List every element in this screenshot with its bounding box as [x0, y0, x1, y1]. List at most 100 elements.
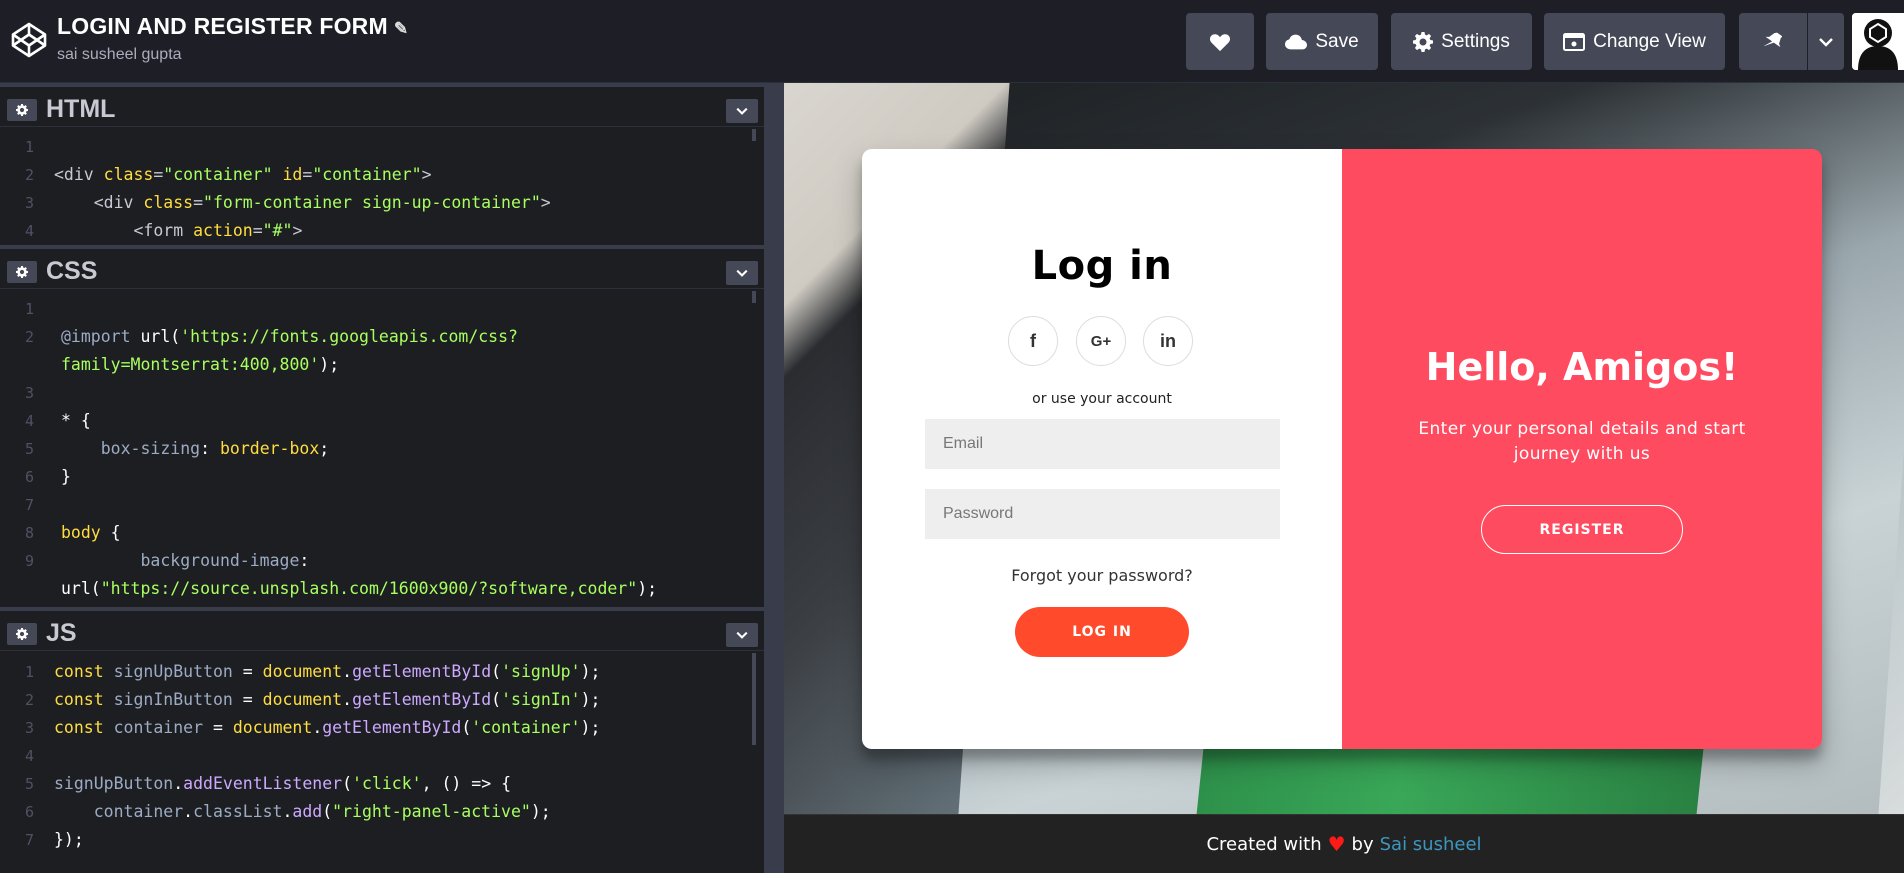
code-line[interactable]: 8 body { — [0, 519, 764, 547]
code-token: <div — [54, 193, 144, 212]
code-token: > — [292, 221, 303, 240]
code-line[interactable]: 3 const container = document.getElementBy… — [0, 714, 764, 742]
code-line[interactable]: 1 — [0, 295, 764, 323]
html-editor-toggle[interactable] — [726, 99, 758, 123]
code-token: "container" — [163, 165, 273, 184]
html-settings-button[interactable] — [7, 99, 37, 121]
change-view-button[interactable]: Change View — [1544, 13, 1725, 70]
codepen-header: LOGIN AND REGISTER FORM ✎ sai susheel gup… — [0, 0, 1904, 83]
code-line[interactable]: 2 <div class="container" id="container"> — [0, 161, 764, 189]
code-line[interactable]: 9 background-image: — [0, 547, 764, 575]
save-button[interactable]: Save — [1266, 13, 1378, 70]
css-settings-button[interactable] — [7, 261, 37, 283]
code-token: ( — [491, 662, 502, 681]
code-text: const signUpButton = document.getElement… — [54, 658, 600, 686]
code-token: url( — [61, 579, 101, 598]
email-input[interactable] — [925, 419, 1280, 469]
js-editor-toggle[interactable] — [726, 623, 758, 647]
love-button[interactable] — [1186, 13, 1254, 70]
chevron-down-icon — [1819, 37, 1833, 47]
code-token: = — [193, 193, 204, 212]
footer-by: by — [1351, 833, 1374, 855]
editor-resize-gutter[interactable] — [764, 83, 784, 873]
pen-title[interactable]: LOGIN AND REGISTER FORM ✎ — [57, 13, 408, 40]
line-number: 2 — [24, 328, 34, 346]
code-token: ); — [637, 579, 658, 598]
js-scrollbar[interactable] — [752, 653, 756, 745]
code-line[interactable]: 2 @import url('https://fonts.googleapis.c… — [0, 323, 764, 351]
pin-button[interactable] — [1739, 13, 1807, 70]
code-token: signUpButton — [113, 662, 233, 681]
chevron-down-icon — [736, 269, 748, 277]
login-button[interactable]: LOG IN — [1015, 607, 1189, 657]
pen-author[interactable]: sai susheel gupta — [57, 46, 182, 64]
register-button[interactable]: REGISTER — [1481, 505, 1683, 554]
code-line[interactable]: 6} — [0, 463, 764, 491]
pin-dropdown-button[interactable] — [1808, 13, 1844, 70]
code-line[interactable]: family=Montserrat:400,800'); — [0, 351, 764, 379]
code-text: family=Montserrat:400,800'); — [61, 351, 339, 379]
line-number: 4 — [24, 747, 34, 765]
css-editor-toggle[interactable] — [726, 261, 758, 285]
html-code-area[interactable]: 1 2 <div class="container" id="container">… — [0, 133, 764, 245]
code-line[interactable]: 5 box-sizing: border-box; — [0, 435, 764, 463]
code-line[interactable]: 4 — [0, 742, 764, 770]
code-token: 'container' — [471, 718, 581, 737]
save-label: Save — [1315, 30, 1359, 52]
login-title: Log in — [1031, 243, 1173, 289]
password-input[interactable] — [925, 489, 1280, 539]
code-token: id — [282, 165, 303, 184]
html-scrollbar[interactable] — [752, 129, 756, 141]
code-line[interactable]: 2 const signInButton = document.getElemen… — [0, 686, 764, 714]
line-number: 5 — [24, 775, 34, 793]
code-text: box-sizing: border-box; — [61, 435, 330, 463]
js-code-area[interactable]: 1 const signUpButton = document.getElemen… — [0, 658, 764, 854]
css-code-area[interactable]: 1 2 @import url('https://fonts.googleapis.… — [0, 295, 764, 603]
code-token: ( — [342, 774, 353, 793]
line-number: 6 — [24, 468, 34, 486]
code-line[interactable]: 4 * { — [0, 407, 764, 435]
linkedin-button[interactable]: in — [1143, 316, 1193, 366]
code-token: getElementById — [352, 690, 492, 709]
facebook-button[interactable]: f — [1008, 316, 1058, 366]
code-text: url("https://source.unsplash.com/1600x90… — [61, 575, 657, 603]
code-line[interactable]: url("https://source.unsplash.com/1600x90… — [0, 575, 764, 603]
code-token: addEventListener — [183, 774, 343, 793]
css-editor-title: CSS — [46, 257, 98, 285]
user-avatar[interactable] — [1852, 13, 1904, 70]
code-line[interactable]: 6 container.classList.add("right-panel-a… — [0, 798, 764, 826]
code-token: = — [153, 165, 164, 184]
edit-pencil-icon[interactable]: ✎ — [394, 19, 408, 38]
css-scrollbar[interactable] — [752, 291, 756, 303]
google-plus-button[interactable]: G+ — [1076, 316, 1126, 366]
heart-icon: ♥ — [1327, 832, 1346, 856]
js-settings-button[interactable] — [7, 623, 37, 645]
line-number: 8 — [24, 524, 34, 542]
footer-author-link[interactable]: Sai susheel — [1380, 834, 1482, 855]
code-token: const — [54, 718, 114, 737]
code-token: : — [200, 439, 220, 458]
html-editor-header: HTML — [0, 83, 764, 127]
code-line[interactable]: 1 — [0, 133, 764, 161]
settings-button[interactable]: Settings — [1391, 13, 1532, 70]
code-text: <div class="form-container sign-up-conta… — [54, 189, 551, 217]
code-token: }); — [54, 830, 84, 849]
code-line[interactable]: 7 — [0, 491, 764, 519]
code-token: ( — [461, 718, 472, 737]
code-text: const container = document.getElementByI… — [54, 714, 600, 742]
code-line[interactable]: 3 <div class="form-container sign-up-con… — [0, 189, 764, 217]
forgot-password-link[interactable]: Forgot your password? — [862, 566, 1342, 585]
code-line[interactable]: 1 const signUpButton = document.getElemen… — [0, 658, 764, 686]
js-editor-header: JS — [0, 607, 764, 651]
codepen-logo-icon[interactable] — [9, 20, 49, 60]
code-text: signUpButton.addEventListener('click', (… — [54, 770, 511, 798]
gear-icon — [16, 266, 28, 278]
code-token: container — [54, 802, 184, 821]
code-token: background-image — [61, 551, 300, 570]
code-line[interactable]: 5 signUpButton.addEventListener('click', … — [0, 770, 764, 798]
code-line[interactable]: 3 — [0, 379, 764, 407]
code-line[interactable]: 4 <form action="#"> — [0, 217, 764, 245]
code-text: }); — [54, 826, 84, 854]
code-line[interactable]: 7}); — [0, 826, 764, 854]
